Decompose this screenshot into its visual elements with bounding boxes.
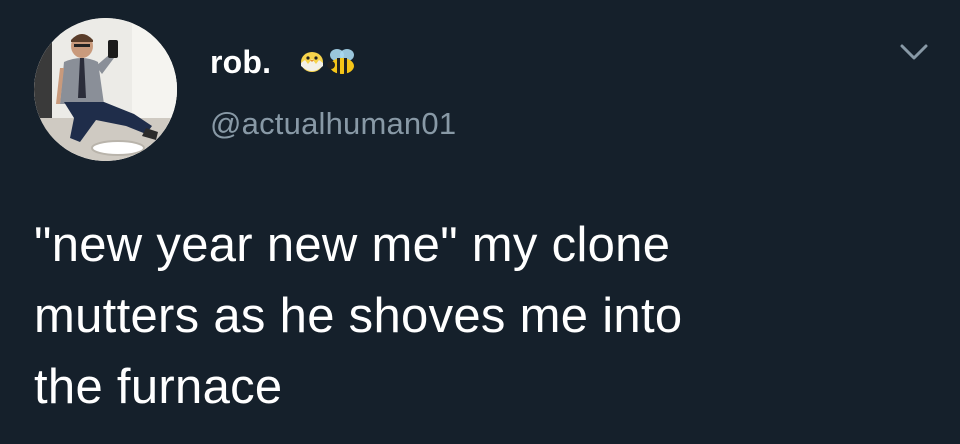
display-name-row: rob. — [210, 40, 359, 84]
profile-photo-avatar — [34, 18, 177, 161]
display-name[interactable]: rob. — [210, 44, 271, 81]
user-handle[interactable]: @actualhuman01 — [210, 106, 456, 142]
tweet-card: rob. @actualhuman01 "new year new me" my… — [0, 0, 960, 444]
bee-emoji — [327, 49, 359, 74]
tweet-text-line: the furnace — [34, 360, 283, 414]
tweet-text-line: "new year new me" my clone — [34, 218, 671, 272]
emoji-group — [299, 47, 359, 77]
tweet-text: "new year new me" my clone mutters as he… — [34, 210, 934, 423]
tweet-menu-button[interactable] — [894, 38, 934, 68]
hatching-chick-emoji — [301, 52, 324, 72]
tweet-text-line: mutters as he shoves me into — [34, 289, 683, 343]
avatar[interactable] — [34, 18, 177, 161]
chevron-down-icon — [900, 44, 928, 60]
